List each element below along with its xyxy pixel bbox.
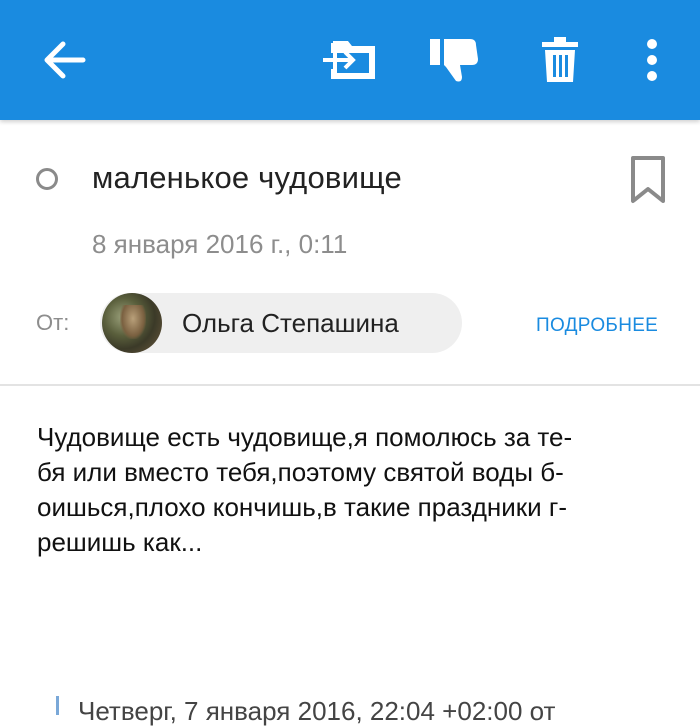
message-date: 8 января 2016 г., 0:11	[92, 229, 348, 259]
body-line: Чудовище есть чудовище,я помолюсь за те-	[37, 422, 573, 452]
delete-button[interactable]	[530, 30, 590, 90]
spam-button[interactable]	[424, 30, 484, 90]
quote-bar	[56, 696, 59, 715]
sender-name[interactable]: Ольга Степашина	[182, 308, 399, 339]
sender-avatar[interactable]	[102, 293, 162, 353]
back-button[interactable]	[34, 30, 94, 90]
bookmark-button[interactable]	[628, 155, 668, 205]
unread-status-icon[interactable]	[36, 168, 58, 190]
thumbs-down-icon	[430, 39, 478, 82]
quote-header: Четверг, 7 января 2016, 22:04 +02:00 от	[78, 696, 556, 726]
body-line: оишься,плохо кончишь,в такие праздники г…	[37, 492, 568, 522]
trash-icon	[542, 37, 578, 82]
bookmark-icon	[631, 156, 665, 203]
message-body: Чудовище есть чудовище,я помолюсь за те-…	[37, 420, 677, 560]
divider	[0, 384, 700, 386]
more-vertical-icon	[647, 39, 657, 81]
move-to-folder-icon	[323, 41, 375, 79]
body-line: решишь как...	[37, 527, 203, 557]
from-label: От:	[36, 310, 70, 335]
details-link[interactable]: ПОДРОБНЕЕ	[536, 315, 658, 337]
body-line: бя или вместо тебя,поэтому святой воды б…	[37, 457, 564, 487]
move-button[interactable]	[318, 30, 378, 90]
message-subject: маленькое чудовище	[92, 160, 402, 195]
more-menu-button[interactable]	[622, 30, 682, 90]
arrow-left-icon	[44, 41, 86, 79]
app-bar	[0, 0, 700, 120]
